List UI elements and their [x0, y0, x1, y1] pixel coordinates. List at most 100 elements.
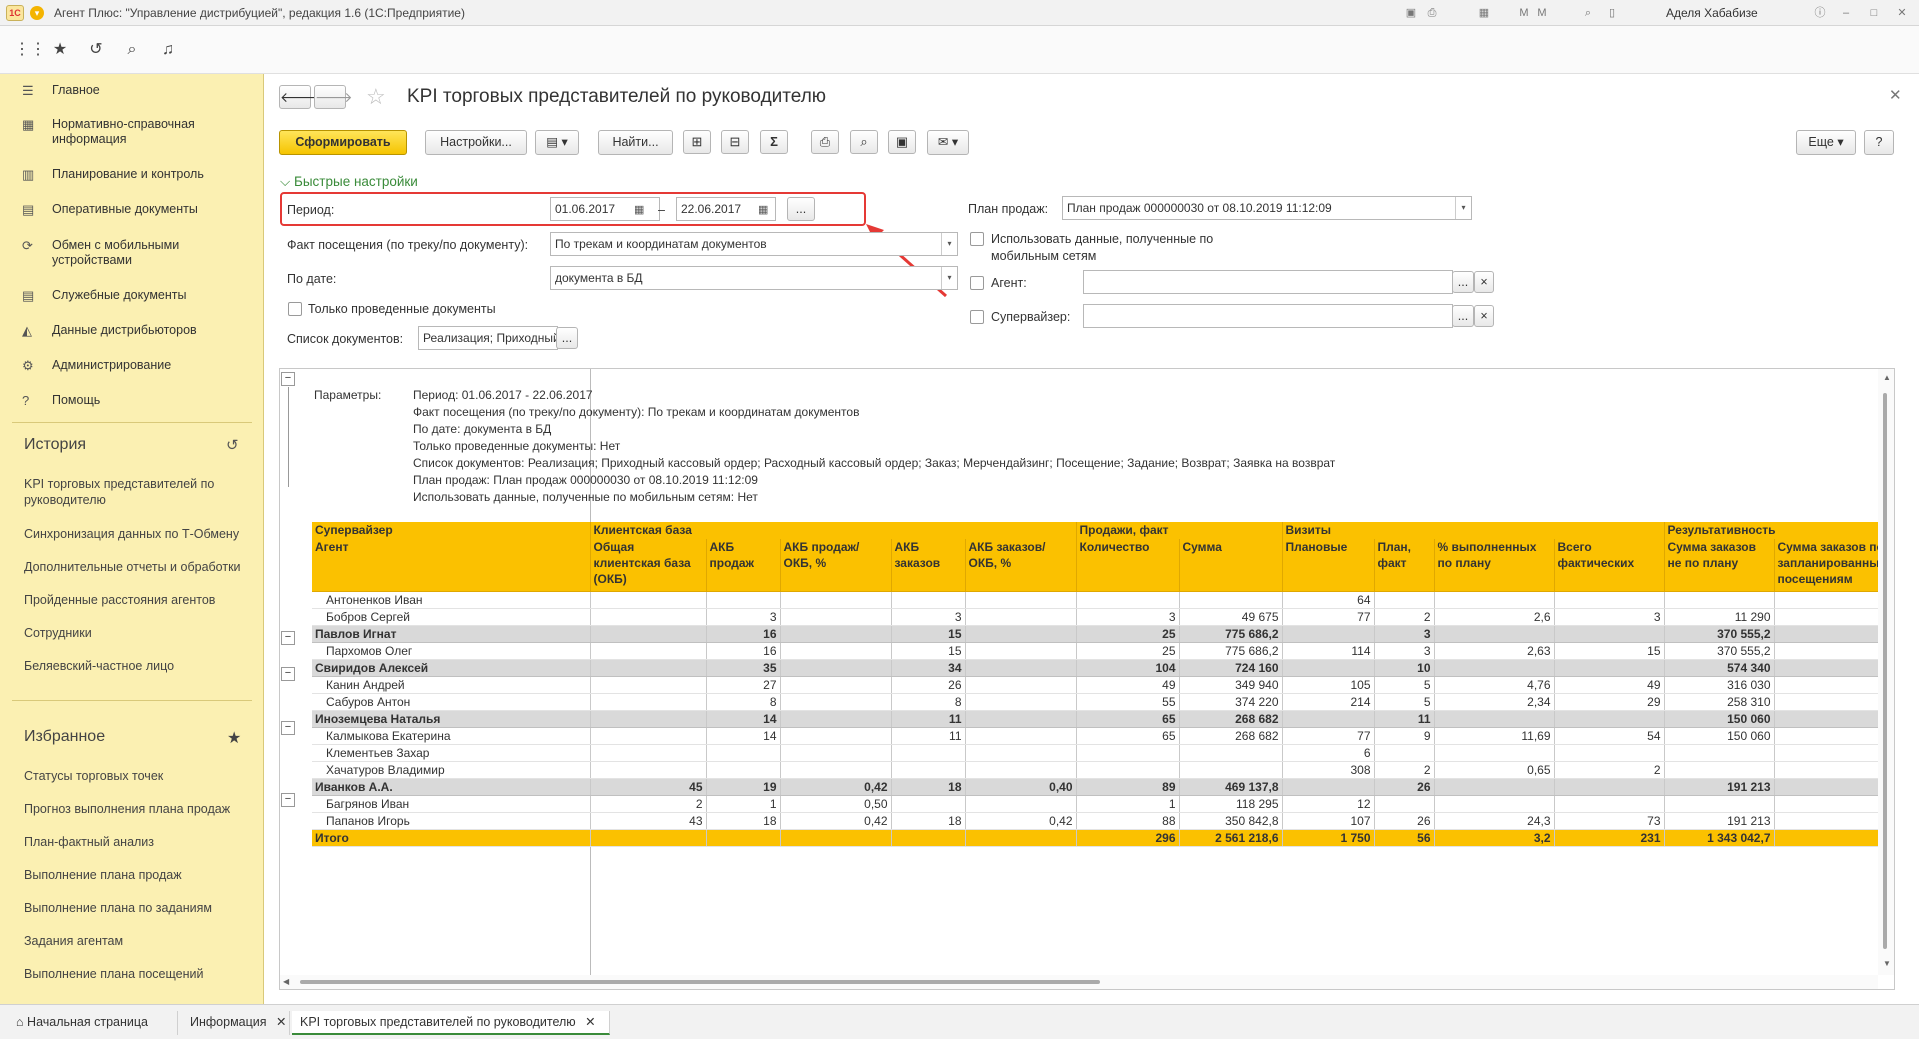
- app-menu-icon[interactable]: ▾: [30, 6, 44, 20]
- search-icon[interactable]: ⌕: [122, 40, 142, 60]
- back-button[interactable]: 🡐: [279, 85, 318, 109]
- favorite-link[interactable]: Статусы торговых точек: [24, 768, 249, 784]
- tab-kpi-report[interactable]: KPI торговых представителей по руководит…: [292, 1011, 610, 1035]
- supervisor-clear-button[interactable]: ×: [1474, 305, 1494, 327]
- period-select-button[interactable]: ...: [787, 197, 815, 221]
- favorite-link[interactable]: Выполнение плана продаж: [24, 867, 249, 883]
- collapse-group-icon[interactable]: −: [281, 667, 295, 681]
- agent-checkbox[interactable]: [970, 276, 984, 290]
- favorites-star-icon[interactable]: ★: [227, 728, 241, 748]
- favorite-link[interactable]: Задания агентам: [24, 933, 249, 949]
- doclist-select-button[interactable]: ...: [556, 327, 578, 349]
- table-row[interactable]: Бобров Сергей 3 3 3 49 675 77 2 2,6 3 11 290: [312, 608, 1893, 626]
- agent-clear-button[interactable]: ×: [1474, 271, 1494, 293]
- history-link[interactable]: KPI торговых представителей по руководит…: [24, 476, 249, 508]
- history-icon[interactable]: ↺: [86, 40, 106, 60]
- print-icon[interactable]: ⎙: [811, 130, 839, 154]
- table-row[interactable]: Хачатуров Владимир 308 2 0,65 2: [312, 761, 1893, 779]
- collapse-group-icon[interactable]: −: [281, 631, 295, 645]
- table-row[interactable]: Папанов Игорь 43 18 0,42 18 0,42 88 350 842,8 10…: [312, 812, 1893, 830]
- favorites-star-icon[interactable]: ★: [50, 40, 70, 60]
- collapse-groups-button[interactable]: ⊟: [721, 130, 749, 154]
- horizontal-scrollbar[interactable]: ◀: [280, 975, 1878, 989]
- email-dropdown-button[interactable]: ✉ ▾: [927, 130, 969, 155]
- supervisor-field[interactable]: [1083, 304, 1453, 328]
- supervisor-select-button[interactable]: ...: [1452, 305, 1474, 327]
- table-row[interactable]: Канин Андрей 27 26 49 349 940 105 5 4,76 49 316 0…: [312, 676, 1893, 694]
- report-spreadsheet[interactable]: − Параметры: Период: 01.06.2017 - 22.06.…: [279, 368, 1895, 990]
- group-row[interactable]: Свиридов Алексей 35 34 104 724 160 10 574 340: [312, 659, 1893, 677]
- favorite-link[interactable]: Выполнение плана посещений: [24, 966, 249, 982]
- scroll-down-icon[interactable]: ▼: [1883, 959, 1891, 968]
- posted-only-checkbox[interactable]: [288, 302, 302, 316]
- save-icon[interactable]: ▣: [888, 130, 916, 154]
- close-window-icon[interactable]: ✕: [1894, 5, 1910, 21]
- help-button[interactable]: ?: [1864, 130, 1894, 155]
- group-row[interactable]: Иванков А.А. 45 19 0,42 18 0,40 89 469 137,8 26 1…: [312, 778, 1893, 796]
- favorite-link[interactable]: Прогноз выполнения плана продаж: [24, 801, 249, 817]
- save-icon[interactable]: ▣: [1403, 5, 1419, 21]
- scrollbar-thumb[interactable]: [300, 980, 1100, 984]
- table-row[interactable]: Калмыкова Екатерина 14 11 65 268 682 77 9 11,69…: [312, 727, 1893, 745]
- total-row[interactable]: Итого 296 2 561 218,6 1 750 56 3,2 231 1 343 04…: [312, 829, 1893, 847]
- find-button[interactable]: Найти...: [598, 130, 673, 155]
- minimize-icon[interactable]: –: [1838, 5, 1854, 21]
- forward-button[interactable]: 🡒: [314, 85, 353, 109]
- doclist-field[interactable]: Реализация; Приходный кассовый ордер: [418, 326, 558, 350]
- supervisor-checkbox[interactable]: [970, 310, 984, 324]
- tab-info[interactable]: Информация ✕: [182, 1011, 290, 1035]
- history-link[interactable]: Синхронизация данных по Т-Обмену: [24, 526, 249, 542]
- history-link[interactable]: Дополнительные отчеты и обработки: [24, 559, 249, 575]
- scroll-left-icon[interactable]: ◀: [283, 977, 289, 986]
- table-row[interactable]: Багрянов Иван 2 1 0,50 1 118 295 12: [312, 795, 1893, 813]
- favorite-link[interactable]: Выполнение плана по заданиям: [24, 900, 249, 916]
- group-row[interactable]: Павлов Игнат 16 15 25 775 686,2 3 370 555,2: [312, 625, 1893, 643]
- print-preview-icon[interactable]: ⌕: [850, 130, 878, 154]
- collapse-params-icon[interactable]: −: [281, 372, 295, 386]
- collapse-group-icon[interactable]: −: [281, 721, 295, 735]
- favorite-link[interactable]: План-фактный анализ: [24, 834, 249, 850]
- agent-field[interactable]: [1083, 270, 1453, 294]
- collapse-group-icon[interactable]: −: [281, 793, 295, 807]
- more-button[interactable]: Еще ▾: [1796, 130, 1856, 155]
- calendar-icon[interactable]: ▦: [634, 203, 644, 216]
- table-row[interactable]: Сабуров Антон 8 8 55 374 220 214 5 2,34 29 258 31…: [312, 693, 1893, 711]
- scroll-up-icon[interactable]: ▲: [1883, 373, 1891, 382]
- vertical-scrollbar[interactable]: ▲ ▼: [1878, 369, 1894, 975]
- expand-groups-button[interactable]: ⊞: [683, 130, 711, 154]
- memory-plus-icon[interactable]: M: [1534, 5, 1550, 21]
- group-row[interactable]: Иноземцева Наталья 14 11 65 268 682 11 150 060: [312, 710, 1893, 728]
- tab-home[interactable]: ⌂ Начальная страница: [8, 1011, 178, 1035]
- table-row[interactable]: Пархомов Олег 16 15 25 775 686,2 114 3 2,63 15 37…: [312, 642, 1893, 660]
- close-tab-icon[interactable]: ✕: [585, 1015, 595, 1029]
- maximize-icon[interactable]: □: [1866, 5, 1882, 21]
- search-icon[interactable]: ⌕: [1580, 5, 1596, 21]
- sum-button[interactable]: Σ: [760, 130, 788, 154]
- history-icon[interactable]: ↺: [226, 436, 239, 454]
- history-link[interactable]: Сотрудники: [24, 625, 249, 641]
- quick-settings-toggle[interactable]: ⌵ Быстрые настройки: [280, 174, 418, 190]
- favorite-star-icon[interactable]: ☆: [366, 84, 386, 110]
- calendar-icon[interactable]: ▦: [758, 203, 768, 216]
- variant-dropdown-button[interactable]: ▤ ▾: [535, 130, 579, 155]
- sections-grid-icon[interactable]: ⋮⋮: [14, 40, 46, 60]
- table-row[interactable]: Антоненков Иван 64: [312, 591, 1893, 609]
- close-form-icon[interactable]: ✕: [1889, 86, 1902, 104]
- fact-select[interactable]: По трекам и координатам документов ▾: [550, 232, 958, 256]
- panel-icon[interactable]: ▯: [1604, 5, 1620, 21]
- memory-icon[interactable]: M: [1516, 5, 1532, 21]
- table-row[interactable]: Клементьев Захар 6: [312, 744, 1893, 762]
- scrollbar-thumb[interactable]: [1883, 393, 1887, 949]
- report-table[interactable]: Супервайзер Клиентская база Продажи, факт В…: [312, 522, 1893, 847]
- user-name[interactable]: Аделя Хабабизе: [1666, 6, 1758, 20]
- calendar-icon[interactable]: ▦: [1476, 5, 1492, 21]
- history-link[interactable]: Пройденные расстояния агентов: [24, 592, 249, 608]
- bydate-select[interactable]: документа в БД ▾: [550, 266, 958, 290]
- mobile-data-checkbox[interactable]: [970, 232, 984, 246]
- generate-button[interactable]: Сформировать: [279, 130, 407, 155]
- info-icon[interactable]: ⓘ: [1812, 5, 1828, 21]
- settings-button[interactable]: Настройки...: [425, 130, 527, 155]
- plan-select[interactable]: План продаж 000000030 от 08.10.2019 11:1…: [1062, 196, 1472, 220]
- close-tab-icon[interactable]: ✕: [276, 1015, 286, 1029]
- print-icon[interactable]: ⎙: [1424, 5, 1440, 21]
